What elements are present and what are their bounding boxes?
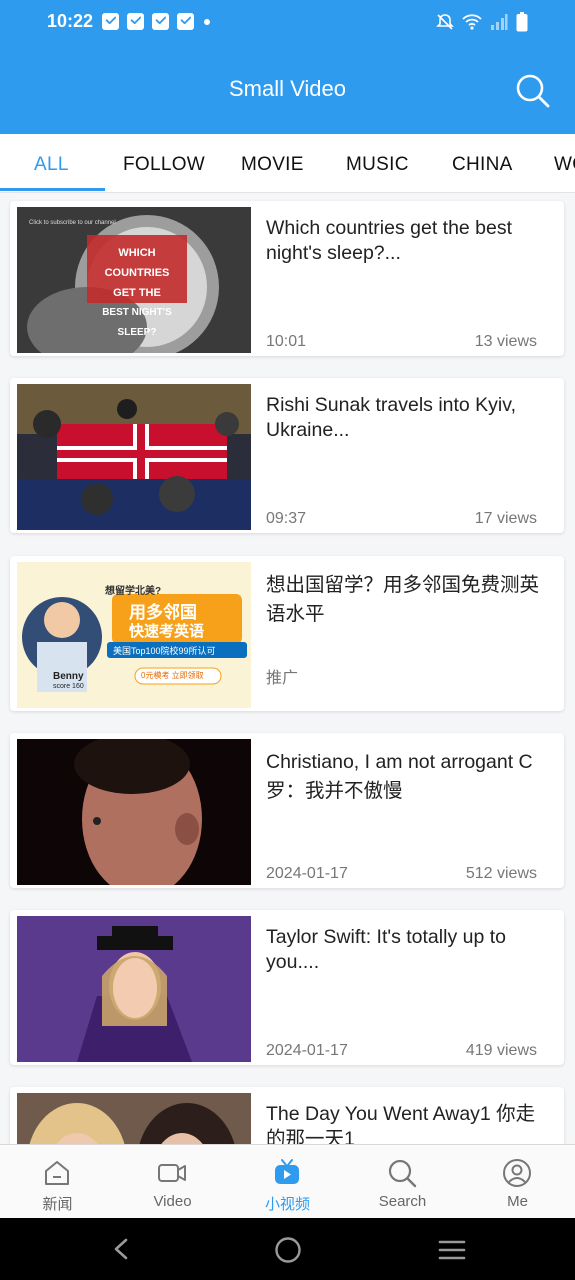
notification-icon: [102, 13, 119, 30]
ad-thumb-text: 想留学北美?: [105, 586, 162, 597]
video-card[interactable]: Rishi Sunak travels into Kyiv, Ukraine..…: [10, 378, 564, 533]
battery-icon: [516, 12, 528, 32]
person-icon: [503, 1159, 531, 1187]
wifi-icon: [462, 14, 482, 30]
nav-search[interactable]: Search: [345, 1145, 460, 1219]
notification-icon: [152, 13, 169, 30]
video-views: 419 views: [465, 1042, 537, 1059]
tab-music[interactable]: MUSIC: [346, 154, 409, 176]
video-thumbnail: [17, 384, 251, 530]
video-time: 10:01: [266, 333, 307, 350]
video-time: 09:37: [266, 510, 307, 527]
back-icon[interactable]: [110, 1237, 134, 1261]
ad-thumb-text: 0元模考 立即领取: [141, 671, 204, 680]
video-title: Rishi Sunak travels into Kyiv, Ukraine..…: [266, 394, 516, 441]
video-views: 13 views: [474, 333, 537, 350]
tab-world[interactable]: WO: [554, 154, 575, 176]
status-bar: 10:22: [0, 0, 575, 48]
ad-thumb-text: score 160: [53, 683, 84, 690]
system-navigation-bar: [0, 1218, 575, 1280]
tab-all[interactable]: ALL: [34, 154, 69, 176]
bottom-navigation: 新闻 Video 小视频 Search Me: [0, 1144, 575, 1219]
ad-thumb-text: 美国Top100院校99所认可: [113, 646, 216, 656]
nav-small-video[interactable]: 小视频: [230, 1145, 345, 1219]
ad-card[interactable]: 想留学北美? 用多邻国 快速考英语 美国Top100院校99所认可 0元模考 立…: [10, 556, 564, 711]
video-card[interactable]: Christiano, I am not arrogant C罗：我并不傲慢 2…: [10, 733, 564, 888]
nav-news[interactable]: 新闻: [0, 1145, 115, 1219]
video-time: 2024-01-17: [266, 865, 348, 882]
video-thumbnail: Click to subscribe to our channel WHICH …: [17, 207, 251, 353]
ad-title: 想出国留学？用多邻国免费测英语水平: [266, 574, 540, 625]
video-thumbnail: [17, 739, 251, 885]
category-tabs: ALL FOLLOW MOVIE MUSIC CHINA WO: [0, 134, 575, 193]
nav-label: Search: [378, 1193, 427, 1210]
video-views: 512 views: [465, 865, 537, 882]
notification-icon: [177, 13, 194, 30]
nav-me[interactable]: Me: [460, 1145, 575, 1219]
ad-thumb-text: 快速考英语: [129, 623, 205, 640]
mute-icon: [436, 14, 454, 30]
ad-thumbnail: 想留学北美? 用多邻国 快速考英语 美国Top100院校99所认可 0元模考 立…: [17, 562, 251, 708]
more-notifications-dot: [204, 18, 210, 25]
video-camera-icon: [158, 1164, 186, 1182]
search-icon: [388, 1159, 417, 1188]
page-title: Small Video: [229, 76, 346, 101]
nav-label: Video: [153, 1193, 192, 1210]
signal-icon: [491, 14, 508, 30]
home-icon: [45, 1161, 69, 1185]
active-tab-indicator: [0, 188, 105, 191]
system-status-icons: [436, 12, 528, 32]
video-title: Christiano, I am not arrogant C罗：我并不傲慢: [266, 751, 533, 802]
nav-label: 小视频: [264, 1196, 310, 1213]
video-title: Taylor Swift: It's totally up to you....: [266, 926, 506, 973]
notification-icon: [127, 13, 144, 30]
status-time: 10:22: [47, 11, 94, 31]
app-header: 10:22 Small Video: [0, 0, 575, 134]
thumbnail-text: WHICH COUNTRIES: [104, 247, 170, 279]
video-title: Which countries get the best night's sle…: [266, 217, 513, 264]
video-time: 2024-01-17: [266, 1042, 348, 1059]
thumbnail-text: BEST NIGHT'S SLEEP?: [102, 307, 172, 338]
tab-follow[interactable]: FOLLOW: [123, 154, 205, 176]
thumbnail-caption: Click to subscribe to our channel: [29, 220, 116, 226]
video-card[interactable]: Click to subscribe to our channel WHICH …: [10, 201, 564, 356]
home-button-icon[interactable]: [274, 1236, 302, 1264]
ad-label: 推广: [266, 670, 299, 687]
recent-apps-icon[interactable]: [438, 1238, 466, 1262]
search-button[interactable]: [512, 70, 552, 110]
nav-video[interactable]: Video: [115, 1145, 230, 1219]
nav-label: Me: [507, 1193, 528, 1210]
thumbnail-text: GET THE: [113, 287, 161, 299]
nav-label: 新闻: [42, 1196, 73, 1213]
video-views: 17 views: [474, 510, 537, 527]
notification-icons: [102, 13, 210, 30]
tab-china[interactable]: CHINA: [452, 154, 513, 176]
video-thumbnail: [17, 916, 251, 1062]
ad-thumb-text: Benny: [53, 671, 84, 682]
tv-play-icon: [275, 1159, 299, 1184]
video-card[interactable]: Taylor Swift: It's totally up to you....…: [10, 910, 564, 1065]
tab-movie[interactable]: MOVIE: [241, 154, 304, 176]
